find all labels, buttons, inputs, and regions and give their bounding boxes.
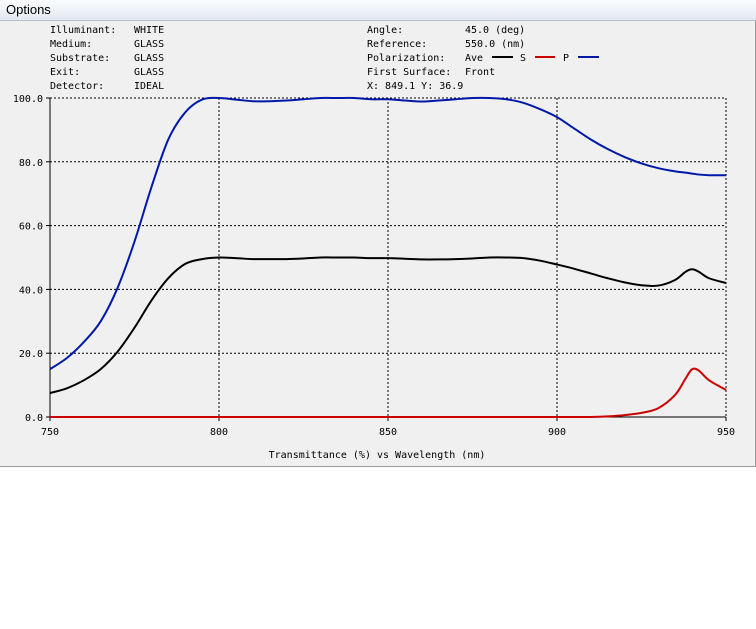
x-tick-label: 950 — [717, 427, 735, 438]
substrate-value: GLASS — [134, 53, 164, 64]
series-line-ave — [49, 256, 727, 395]
exit-value: GLASS — [134, 67, 164, 78]
x-tick-label: 900 — [548, 427, 566, 438]
x-tick-label: 850 — [379, 427, 397, 438]
legend-p-label: P — [563, 53, 569, 64]
y-tick-label: 60.0 — [19, 222, 43, 233]
angle-label: Angle: — [367, 25, 403, 36]
info-right: Angle: 45.0 (deg) Reference: 550.0 (nm) … — [367, 25, 599, 92]
detector-value: IDEAL — [134, 81, 164, 92]
x-tick-label: 800 — [210, 427, 228, 438]
info-left: Illuminant: WHITE Medium: GLASS Substrat… — [50, 25, 164, 92]
menu-bar: Options — [0, 0, 756, 21]
reference-value: 550.0 (nm) — [465, 39, 525, 50]
medium-label: Medium: — [50, 39, 92, 50]
reference-label: Reference: — [367, 39, 427, 50]
medium-value: GLASS — [134, 39, 164, 50]
illuminant-value: WHITE — [134, 25, 164, 36]
illuminant-label: Illuminant: — [50, 25, 116, 36]
y-tick-label: 40.0 — [19, 285, 43, 296]
legend-ave-label: Ave — [465, 53, 483, 64]
y-tick-label: 100.0 — [13, 94, 43, 105]
cursor-readout: X: 849.1 Y: 36.9 — [367, 81, 463, 92]
menu-options[interactable]: Options — [6, 2, 51, 17]
y-tick-label: 20.0 — [19, 349, 43, 360]
angle-value: 45.0 (deg) — [465, 25, 525, 36]
y-tick-label: 80.0 — [19, 158, 43, 169]
legend-s-label: S — [520, 53, 526, 64]
transmittance-chart[interactable]: Illuminant: WHITE Medium: GLASS Substrat… — [0, 21, 756, 466]
x-axis-label: Transmittance (%) vs Wavelength (nm) — [269, 450, 486, 461]
first-surface-label: First Surface: — [367, 67, 451, 78]
first-surface-value: Front — [465, 67, 495, 78]
detector-label: Detector: — [50, 81, 104, 92]
axes: 750 800 850 900 950 0.0 20.0 40.0 60.0 80.0 100.0 — [13, 94, 735, 438]
series — [49, 96, 727, 419]
polarization-label: Polarization: — [367, 53, 445, 64]
options-window: Options Illuminant: WHITE Medium: GLASS … — [0, 0, 756, 467]
exit-label: Exit: — [50, 67, 80, 78]
substrate-label: Substrate: — [50, 53, 110, 64]
y-tick-label: 0.0 — [25, 413, 43, 424]
x-tick-label: 750 — [41, 427, 59, 438]
